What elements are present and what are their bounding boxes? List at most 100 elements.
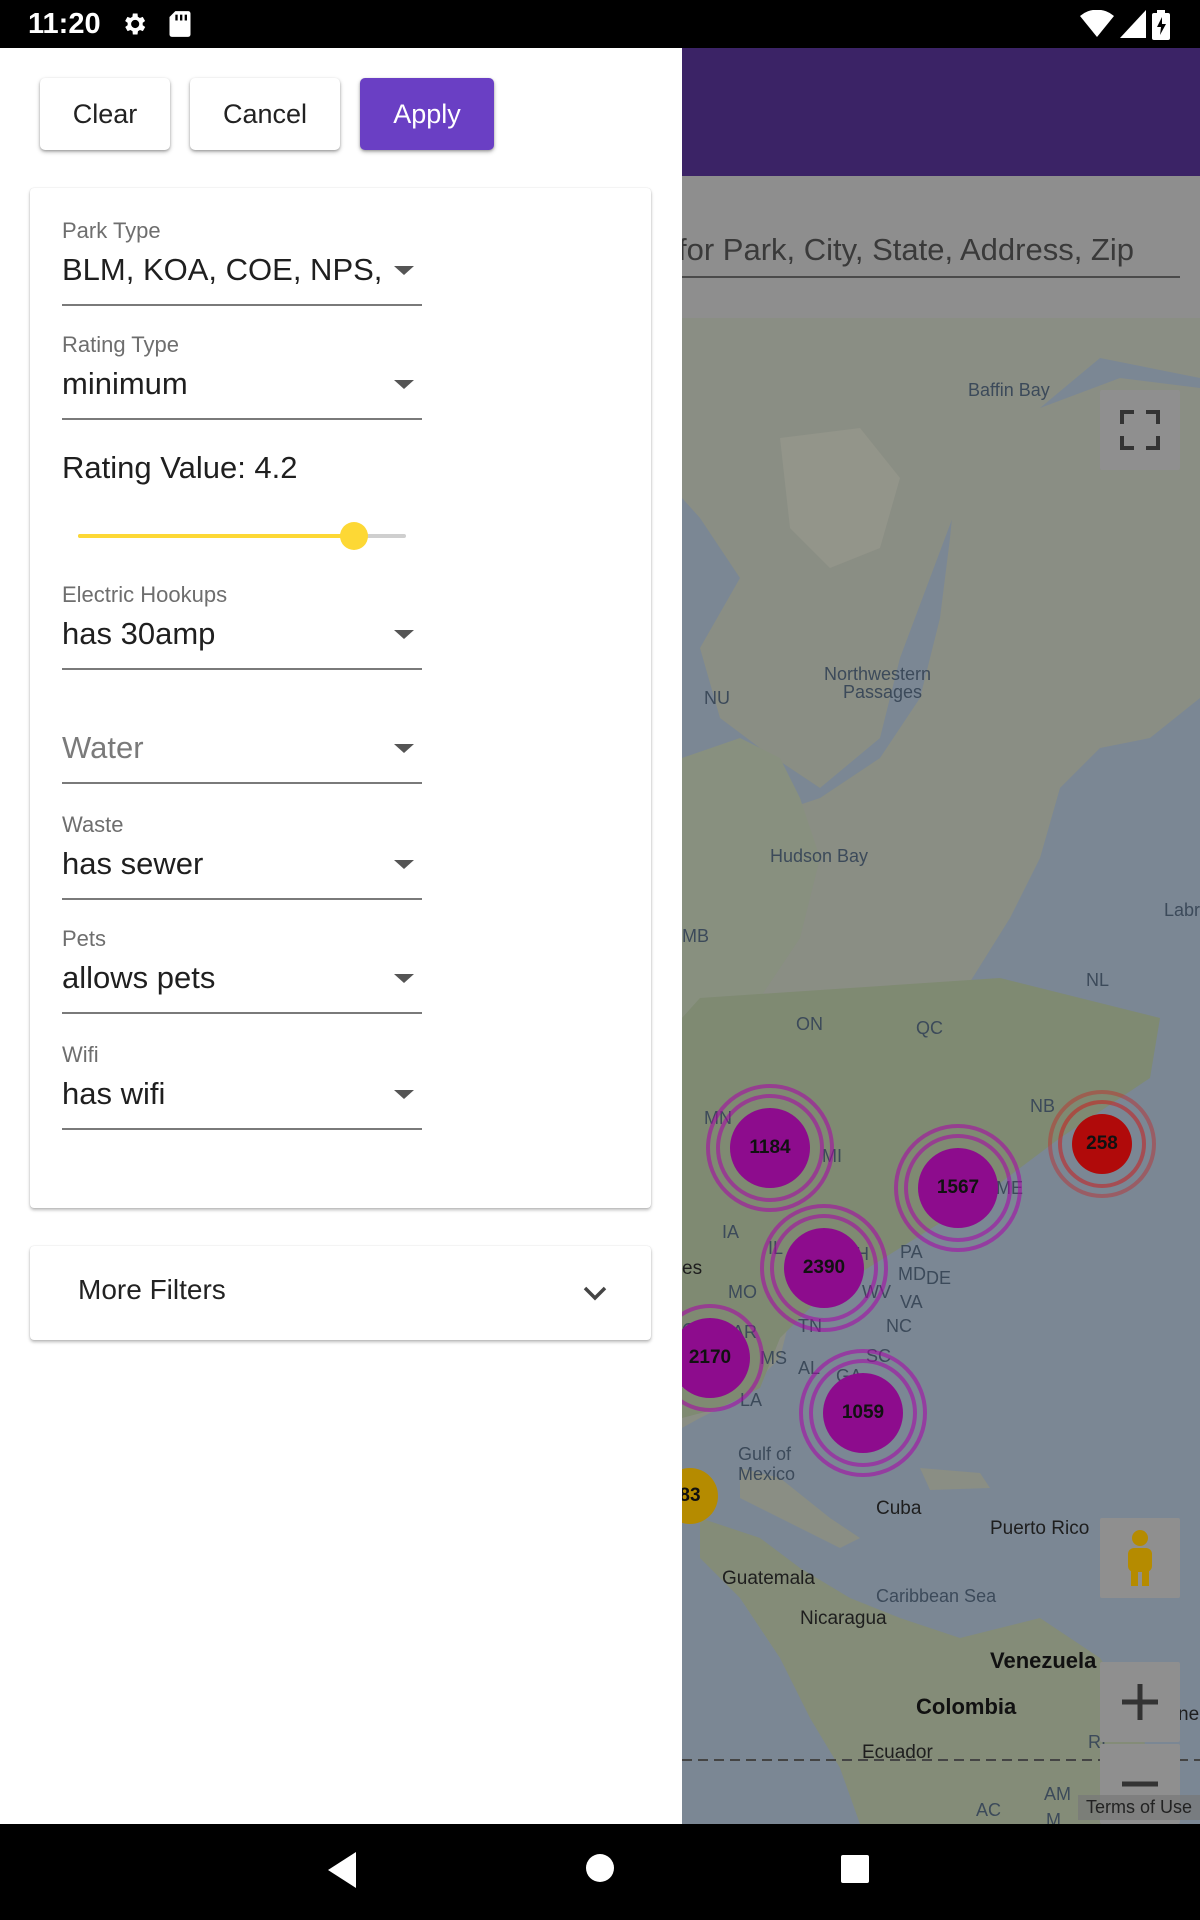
map-label: Passages: [843, 682, 923, 702]
more-filters-label: More Filters: [78, 1274, 226, 1305]
park-type-value: BLM, KOA, COE, NPS,...: [62, 252, 382, 287]
map-label: MD: [898, 1264, 926, 1284]
rating-type-select[interactable]: Rating Type minimum: [62, 332, 422, 422]
search-input[interactable]: for Park, City, State, Address, Zip: [678, 232, 1134, 268]
sd-card-icon: [168, 10, 192, 43]
dropdown-arrow-icon: [394, 630, 414, 639]
recents-icon[interactable]: [840, 1854, 870, 1884]
map-label: Venezuela: [990, 1648, 1097, 1673]
clear-button[interactable]: Clear: [40, 78, 170, 150]
map-label: PA: [900, 1242, 923, 1262]
field-underline: [62, 898, 422, 900]
slider-thumb[interactable]: [339, 522, 368, 550]
map-label: Colombia: [916, 1694, 1017, 1719]
fullscreen-button[interactable]: [1100, 390, 1180, 470]
filter-drawer: Clear Cancel Apply Park Type BLM, KOA, C…: [0, 48, 682, 1824]
map-label: Cuba: [876, 1498, 922, 1519]
cluster-marker[interactable]: 2390: [760, 1204, 888, 1332]
more-filters-panel[interactable]: More Filters: [30, 1246, 651, 1340]
navigation-bar: [0, 1824, 1200, 1920]
rating-value-label: Rating Value: 4.2: [62, 450, 298, 485]
map-label: M: [1046, 1810, 1061, 1824]
map-label: Hudson Bay: [770, 846, 869, 866]
cluster-marker[interactable]: 1059: [799, 1349, 927, 1477]
wifi-value: has wifi: [62, 1076, 166, 1111]
waste-select[interactable]: Waste has sewer: [62, 812, 422, 902]
map-label: NL: [1086, 970, 1110, 990]
map-label: Labr: [1164, 900, 1200, 920]
signal-icon: [1120, 10, 1146, 43]
field-underline: [62, 418, 422, 420]
terms-of-use-link[interactable]: Terms of Use: [1077, 1795, 1200, 1820]
map-label: NC: [886, 1316, 912, 1336]
electric-hookups-select[interactable]: Electric Hookups has 30amp: [62, 582, 422, 672]
map-label: AC: [976, 1800, 1002, 1820]
settings-icon: [120, 10, 148, 43]
map-label: MS: [760, 1348, 787, 1368]
cluster-ring: [1048, 1090, 1156, 1198]
pegman-icon: [1128, 1530, 1152, 1586]
dropdown-arrow-icon: [394, 860, 414, 869]
field-underline: [62, 782, 422, 784]
battery-icon: [1152, 10, 1170, 45]
map-label: VA: [900, 1292, 923, 1312]
cluster-ring: [706, 1084, 834, 1212]
chevron-down-icon: [583, 1286, 607, 1301]
map-label: NB: [1030, 1096, 1056, 1116]
map-label: Ecuador: [862, 1742, 933, 1763]
wifi-icon: [1080, 9, 1114, 43]
park-type-label: Park Type: [62, 218, 161, 243]
street-view-button[interactable]: [1100, 1518, 1180, 1598]
apply-button[interactable]: Apply: [360, 78, 494, 150]
map-label: AM: [1044, 1784, 1071, 1804]
status-bar: 11:20: [0, 0, 1200, 48]
park-type-select[interactable]: Park Type BLM, KOA, COE, NPS,...: [62, 218, 422, 308]
wifi-label: Wifi: [62, 1042, 99, 1067]
map-label: MO: [728, 1282, 757, 1302]
cluster-marker[interactable]: 258: [1048, 1090, 1156, 1198]
map-label: MB: [682, 926, 709, 946]
back-icon[interactable]: [326, 1850, 358, 1890]
search-underline: [678, 276, 1180, 278]
field-underline: [62, 1128, 422, 1130]
field-underline: [62, 668, 422, 670]
pets-label: Pets: [62, 926, 107, 951]
cluster-marker[interactable]: 1567: [894, 1124, 1022, 1252]
cluster-marker[interactable]: 1184: [706, 1084, 834, 1212]
rating-slider[interactable]: [78, 522, 406, 550]
cluster-marker[interactable]: 2170: [656, 1304, 764, 1412]
pets-value: allows pets: [62, 960, 216, 995]
electric-hookups-value: has 30amp: [62, 616, 216, 651]
rating-type-label: Rating Type: [62, 332, 180, 357]
status-time: 11:20: [28, 8, 101, 40]
wifi-select[interactable]: Wifi has wifi: [62, 1042, 422, 1132]
cluster-count: 83: [679, 1485, 701, 1506]
waste-value: has sewer: [62, 846, 204, 881]
map-label: Puerto Rico: [990, 1518, 1090, 1539]
map-label: Guatemala: [722, 1568, 815, 1589]
home-icon[interactable]: [584, 1852, 616, 1884]
map-label: Baffin Bay: [968, 380, 1050, 400]
cluster-ring: [799, 1349, 927, 1477]
cancel-button[interactable]: Cancel: [190, 78, 340, 150]
map-label: Nicaragua: [800, 1608, 887, 1629]
dropdown-arrow-icon: [394, 266, 414, 275]
dropdown-arrow-icon: [394, 974, 414, 983]
electric-hookups-label: Electric Hookups: [62, 582, 228, 607]
map-label: Caribbean Sea: [876, 1586, 997, 1606]
map-label: DE: [926, 1268, 952, 1288]
water-placeholder: Water: [62, 730, 144, 765]
dropdown-arrow-icon: [394, 1090, 414, 1099]
zoom-in-button[interactable]: [1100, 1662, 1180, 1742]
map-label: QC: [916, 1018, 943, 1038]
plus-icon: [1122, 1684, 1158, 1720]
map-label: ON: [796, 1014, 823, 1034]
water-select[interactable]: Water: [62, 696, 422, 786]
dropdown-arrow-icon: [394, 380, 414, 389]
map-label: Mexico: [738, 1464, 796, 1484]
pets-select[interactable]: Pets allows pets: [62, 926, 422, 1016]
filter-card: Park Type BLM, KOA, COE, NPS,... Rating …: [30, 188, 651, 1208]
field-underline: [62, 304, 422, 306]
cluster-ring: [894, 1124, 1022, 1252]
waste-label: Waste: [62, 812, 124, 837]
